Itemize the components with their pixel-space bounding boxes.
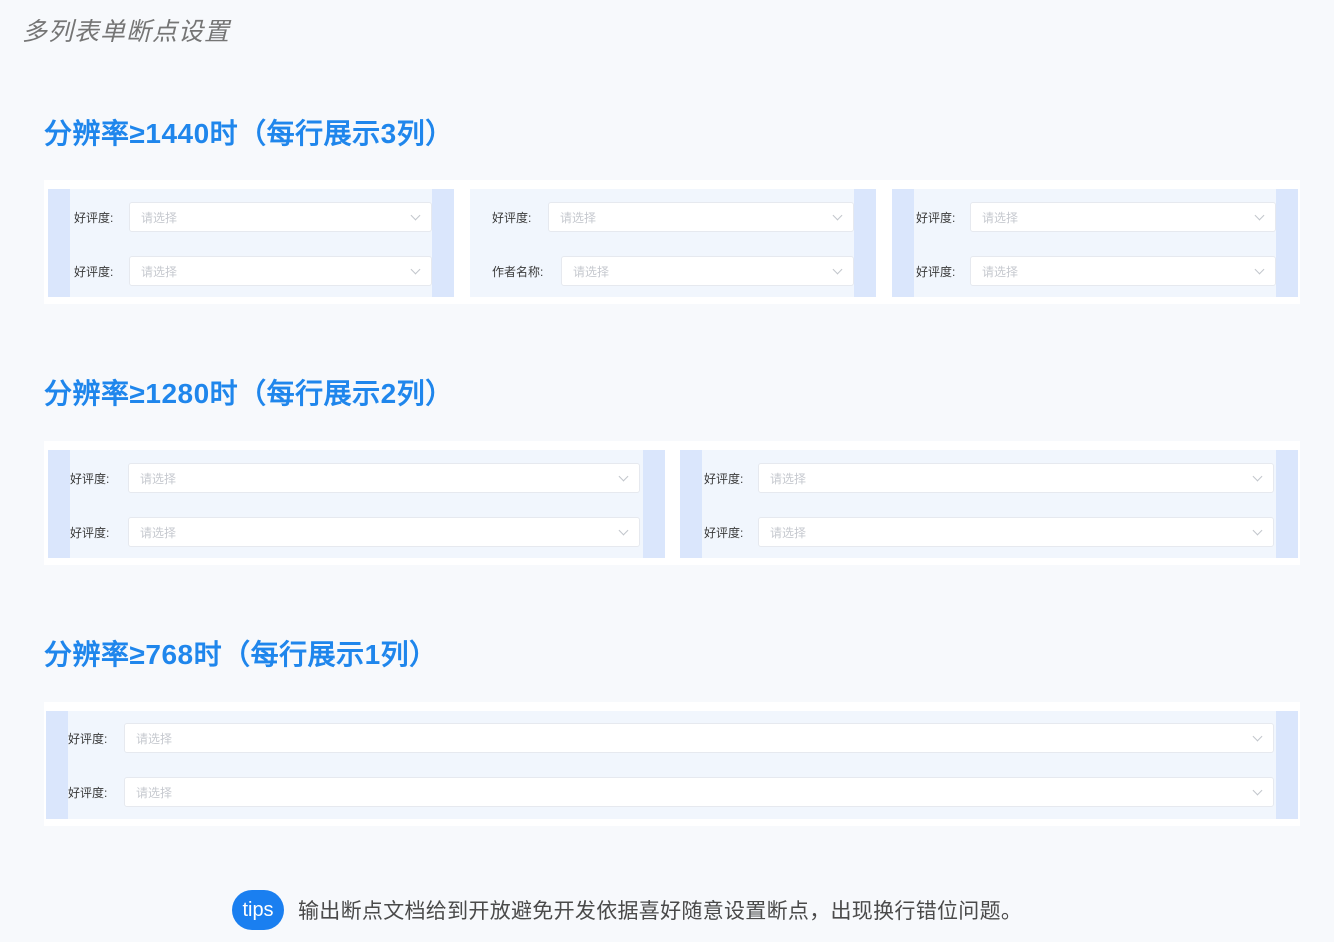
form-panel-768: 好评度: 请选择 好评度: 请选择 — [44, 702, 1300, 826]
form-field: 好评度: 请选择 — [68, 722, 1274, 754]
field-label: 好评度: — [68, 731, 108, 746]
select-dropdown[interactable]: 请选择 — [128, 517, 640, 547]
form-panel-1440: 好评度: 请选择 好评度: 请选择 好评度: 请选择 作者名称: 请选择 好评度… — [44, 180, 1300, 304]
column-edge-left — [892, 189, 914, 297]
form-field: 好评度: 请选择 — [492, 201, 854, 233]
column-edge-right — [643, 450, 665, 558]
select-placeholder: 请选择 — [140, 525, 177, 540]
select-dropdown[interactable]: 请选择 — [129, 256, 432, 286]
field-label: 好评度: — [68, 785, 108, 800]
form-field: 好评度: 请选择 — [704, 516, 1274, 548]
select-placeholder: 请选择 — [140, 471, 177, 486]
form-panel-1280: 好评度: 请选择 好评度: 请选择 好评度: 请选择 好评度: 请选择 — [44, 441, 1300, 565]
tips-row: tips 输出断点文档给到开放避免开发依据喜好随意设置断点，出现换行错位问题。 — [232, 890, 1022, 930]
chevron-down-icon — [1254, 210, 1265, 220]
form-column-1: 好评度: 请选择 好评度: 请选择 — [48, 189, 454, 297]
chevron-down-icon — [1254, 264, 1265, 274]
form-column-3: 好评度: 请选择 好评度: 请选择 — [892, 189, 1298, 297]
form-field: 好评度: 请选择 — [68, 776, 1274, 808]
chevron-down-icon — [1252, 731, 1263, 741]
form-column-2: 好评度: 请选择 作者名称: 请选择 — [470, 189, 876, 297]
column-edge-left — [48, 450, 70, 558]
select-dropdown[interactable]: 请选择 — [124, 777, 1274, 807]
select-placeholder: 请选择 — [136, 731, 173, 746]
select-dropdown[interactable]: 请选择 — [124, 723, 1274, 753]
form-field: 好评度: 请选择 — [916, 255, 1276, 287]
select-placeholder: 请选择 — [770, 471, 807, 486]
select-placeholder: 请选择 — [982, 210, 1019, 225]
form-column-2: 好评度: 请选择 好评度: 请选择 — [680, 450, 1298, 558]
field-label: 作者名称: — [492, 264, 544, 279]
select-placeholder: 请选择 — [136, 785, 173, 800]
form-field: 好评度: 请选择 — [916, 201, 1276, 233]
section-title-768: 分辨率≥768时（每行展示1列） — [44, 639, 438, 670]
field-label: 好评度: — [492, 210, 532, 225]
form-field: 好评度: 请选择 — [74, 201, 432, 233]
tips-badge: tips — [232, 890, 284, 930]
form-field: 好评度: 请选择 — [704, 462, 1274, 494]
select-dropdown[interactable]: 请选择 — [758, 517, 1274, 547]
field-label: 好评度: — [70, 525, 110, 540]
chevron-down-icon — [1252, 471, 1263, 481]
chevron-down-icon — [410, 210, 421, 220]
select-placeholder: 请选择 — [770, 525, 807, 540]
form-column-1: 好评度: 请选择 好评度: 请选择 — [46, 711, 1298, 819]
tips-text: 输出断点文档给到开放避免开发依据喜好随意设置断点，出现换行错位问题。 — [298, 900, 1023, 923]
select-dropdown[interactable]: 请选择 — [561, 256, 854, 286]
form-field: 作者名称: 请选择 — [492, 255, 854, 287]
column-edge-right — [1276, 711, 1298, 819]
form-field: 好评度: 请选择 — [74, 255, 432, 287]
chevron-down-icon — [410, 264, 421, 274]
chevron-down-icon — [1252, 785, 1263, 795]
section-title-1280: 分辨率≥1280时（每行展示2列） — [44, 378, 454, 409]
field-label: 好评度: — [916, 210, 956, 225]
select-dropdown[interactable]: 请选择 — [970, 202, 1276, 232]
form-column-1: 好评度: 请选择 好评度: 请选择 — [48, 450, 665, 558]
column-edge-left — [680, 450, 702, 558]
chevron-down-icon — [832, 264, 843, 274]
select-placeholder: 请选择 — [141, 210, 178, 225]
select-placeholder: 请选择 — [982, 264, 1019, 279]
chevron-down-icon — [1252, 525, 1263, 535]
form-field: 好评度: 请选择 — [70, 516, 640, 548]
chevron-down-icon — [618, 471, 629, 481]
column-edge-right — [1276, 189, 1298, 297]
select-dropdown[interactable]: 请选择 — [129, 202, 432, 232]
field-label: 好评度: — [74, 264, 114, 279]
column-edge-left — [46, 711, 68, 819]
section-title-1440: 分辨率≥1440时（每行展示3列） — [44, 118, 454, 149]
select-dropdown[interactable]: 请选择 — [128, 463, 640, 493]
field-label: 好评度: — [74, 210, 114, 225]
select-dropdown[interactable]: 请选择 — [970, 256, 1276, 286]
select-placeholder: 请选择 — [573, 264, 610, 279]
select-dropdown[interactable]: 请选择 — [758, 463, 1274, 493]
field-label: 好评度: — [704, 525, 744, 540]
field-label: 好评度: — [704, 471, 744, 486]
column-edge-left — [48, 189, 70, 297]
chevron-down-icon — [832, 210, 843, 220]
column-edge-right — [854, 189, 876, 297]
form-field: 好评度: 请选择 — [70, 462, 640, 494]
column-edge-right — [1276, 450, 1298, 558]
field-label: 好评度: — [70, 471, 110, 486]
select-placeholder: 请选择 — [141, 264, 178, 279]
chevron-down-icon — [618, 525, 629, 535]
field-label: 好评度: — [916, 264, 956, 279]
column-edge-right — [432, 189, 454, 297]
select-placeholder: 请选择 — [560, 210, 597, 225]
page-title: 多列表单断点设置 — [22, 18, 231, 46]
select-dropdown[interactable]: 请选择 — [548, 202, 854, 232]
